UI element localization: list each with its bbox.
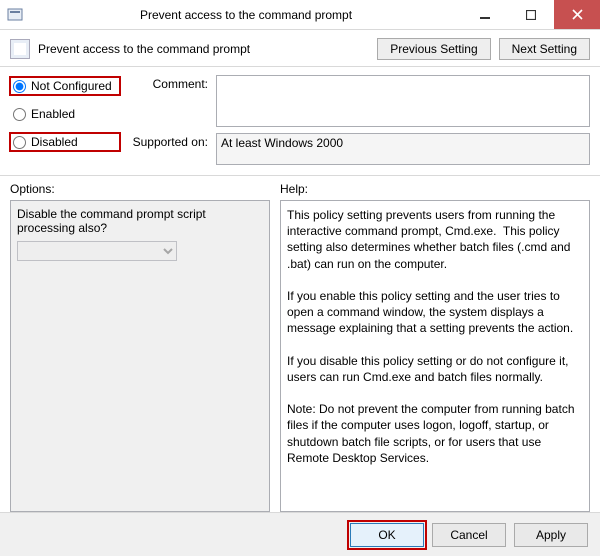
close-button[interactable] xyxy=(554,0,600,29)
options-label: Options: xyxy=(10,182,270,200)
comment-textarea[interactable] xyxy=(216,75,590,127)
cancel-button[interactable]: Cancel xyxy=(432,523,506,547)
app-icon xyxy=(0,0,30,29)
radio-enabled[interactable] xyxy=(13,108,26,121)
help-text: This policy setting prevents users from … xyxy=(280,200,590,512)
policy-name: Prevent access to the command prompt xyxy=(38,42,369,56)
options-text: Disable the command prompt script proces… xyxy=(17,207,263,235)
maximize-button[interactable] xyxy=(508,0,554,29)
radio-not-configured-label: Not Configured xyxy=(31,79,112,93)
apply-button[interactable]: Apply xyxy=(514,523,588,547)
radio-not-configured[interactable] xyxy=(13,80,26,93)
options-panel: Disable the command prompt script proces… xyxy=(10,200,270,512)
radio-disabled-label: Disabled xyxy=(31,135,78,149)
next-setting-button[interactable]: Next Setting xyxy=(499,38,590,60)
options-dropdown[interactable] xyxy=(17,241,177,261)
window-title: Prevent access to the command prompt xyxy=(30,0,462,29)
supported-on-text: At least Windows 2000 xyxy=(216,133,590,165)
radio-disabled-row[interactable]: Disabled xyxy=(10,133,120,151)
comment-label: Comment: xyxy=(130,75,208,127)
dialog-button-bar: OK Cancel Apply xyxy=(0,512,600,556)
minimize-button[interactable] xyxy=(462,0,508,29)
radio-disabled[interactable] xyxy=(13,136,26,149)
radio-enabled-row[interactable]: Enabled xyxy=(10,105,120,123)
title-bar: Prevent access to the command prompt xyxy=(0,0,600,30)
radio-not-configured-row[interactable]: Not Configured xyxy=(10,77,120,95)
radio-enabled-label: Enabled xyxy=(31,107,75,121)
ok-button[interactable]: OK xyxy=(350,523,424,547)
policy-header: Prevent access to the command prompt Pre… xyxy=(0,30,600,67)
policy-icon xyxy=(10,39,30,59)
previous-setting-button[interactable]: Previous Setting xyxy=(377,38,490,60)
supported-on-label: Supported on: xyxy=(130,133,208,165)
help-label: Help: xyxy=(280,182,590,200)
state-radio-group: Not Configured Enabled Disabled xyxy=(10,75,120,165)
